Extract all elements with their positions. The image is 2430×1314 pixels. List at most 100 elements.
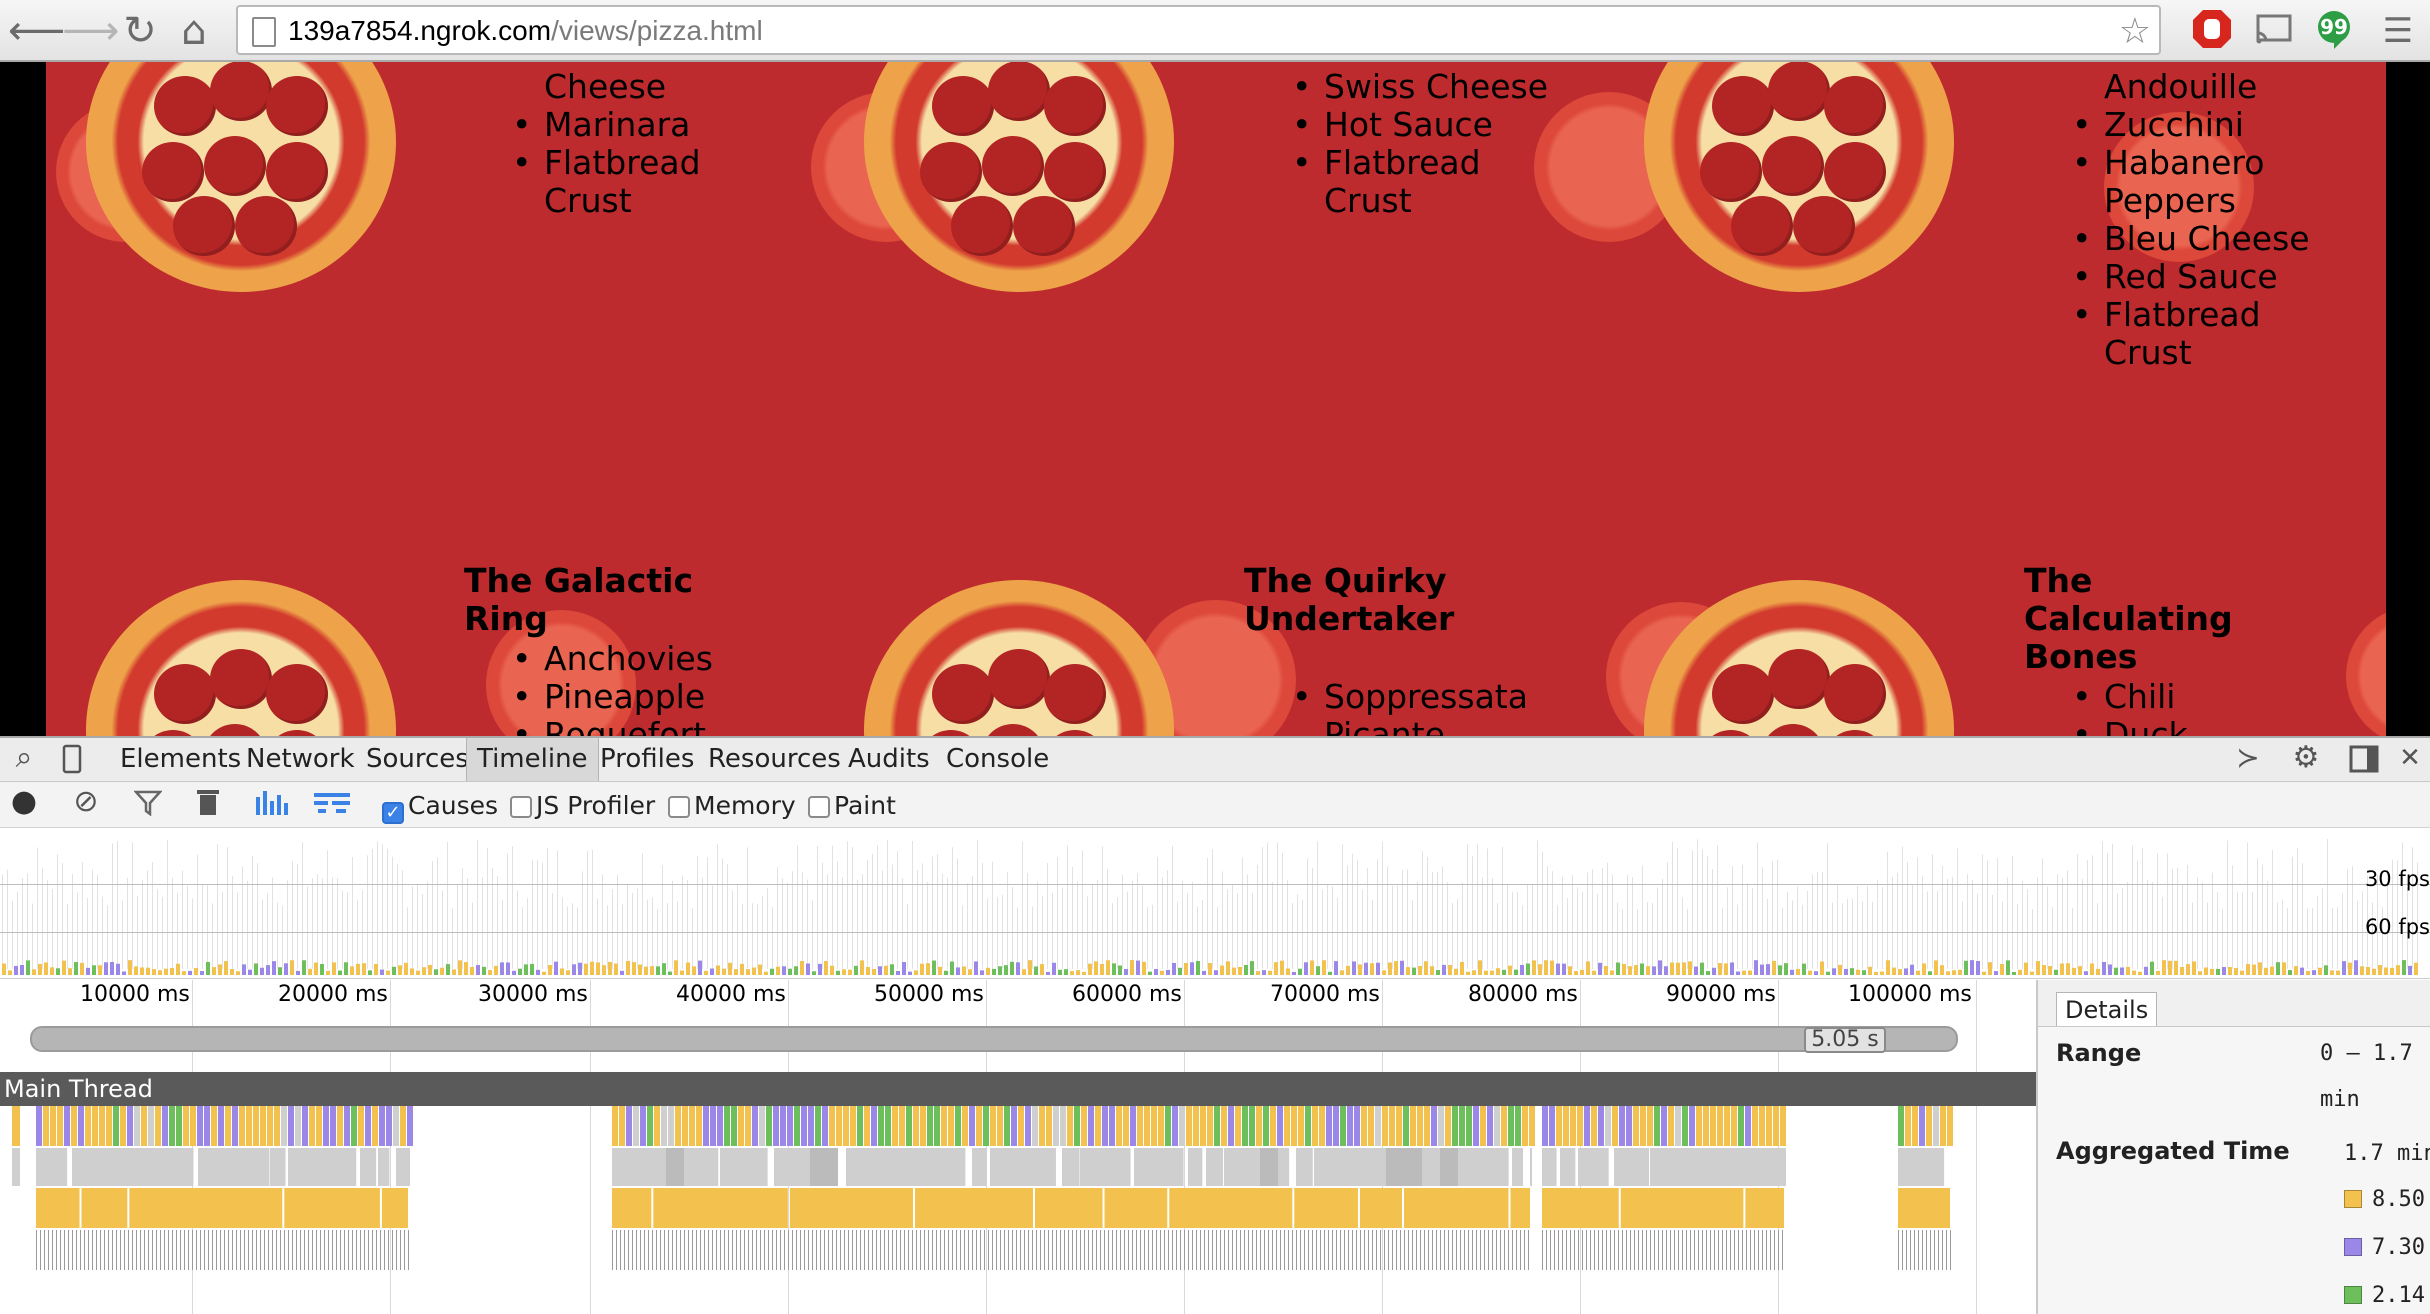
bookmark-star-icon[interactable]: ☆	[2119, 11, 2151, 52]
tab-timeline[interactable]: Timeline	[466, 738, 599, 781]
device-mode-icon[interactable]	[52, 738, 92, 780]
frame-bar	[1687, 908, 1688, 969]
frame-bar	[22, 877, 23, 969]
frame-bar	[1312, 867, 1313, 969]
activity-bar	[1400, 960, 1404, 975]
flame-block	[54, 1148, 68, 1186]
flame-tick	[408, 1230, 409, 1270]
flame-block	[1053, 1106, 1059, 1146]
frame-bar	[782, 878, 783, 969]
frame-bar	[717, 843, 718, 969]
flame-tick	[204, 1230, 205, 1270]
activity-bar	[1886, 960, 1890, 975]
flame-chart-icon[interactable]	[312, 782, 352, 824]
flame-block	[288, 1106, 294, 1146]
flame-block	[720, 1148, 740, 1186]
activity-bar	[1436, 969, 1440, 975]
frame-bar	[2237, 891, 2238, 969]
frame-bar	[972, 876, 973, 969]
frames-view-icon[interactable]	[252, 782, 292, 824]
close-icon[interactable]: ✕	[2390, 738, 2430, 780]
tab-network[interactable]: Network	[236, 738, 365, 781]
reload-icon[interactable]: ↻	[118, 9, 162, 53]
flame-block	[829, 1106, 835, 1146]
activity-bar	[1328, 971, 1332, 975]
activity-bar	[92, 965, 96, 975]
tab-resources[interactable]: Resources	[698, 738, 851, 781]
frame-bar	[1447, 882, 1448, 969]
tab-profiles[interactable]: Profiles	[590, 738, 704, 781]
activity-bar	[1808, 970, 1812, 975]
activity-bar	[2336, 970, 2340, 975]
paint-checkbox[interactable]: Paint	[808, 793, 896, 818]
activity-bar	[152, 969, 156, 975]
flame-block	[1172, 1106, 1178, 1146]
timeline-overview[interactable]: 30 fps 60 fps	[0, 829, 2430, 979]
tab-elements[interactable]: Elements	[110, 738, 251, 781]
ingredient: Red Sauce	[2068, 258, 2338, 297]
causes-checkbox[interactable]: ✓ Causes	[382, 793, 498, 824]
forward-arrow-icon[interactable]: ⟶	[62, 9, 119, 53]
activity-bar	[1940, 965, 1944, 975]
frame-bar	[1172, 845, 1173, 969]
ingredient-list: Cheese Marinara Flatbread Crust	[508, 68, 778, 220]
flame-tick	[620, 1230, 621, 1270]
url-text[interactable]: 139a7854.ngrok.com/views/pizza.html	[288, 15, 763, 47]
flame-block	[1654, 1106, 1660, 1146]
activity-bar	[2330, 970, 2334, 975]
adblock-extension-icon[interactable]	[2190, 7, 2234, 51]
tab-audits[interactable]: Audits	[838, 738, 940, 781]
flame-tick	[1898, 1230, 1899, 1270]
frame-bar	[622, 904, 623, 969]
flame-tick	[1120, 1230, 1121, 1270]
main-thread-header[interactable]: Main Thread	[0, 1072, 2036, 1106]
cast-icon[interactable]	[2252, 7, 2296, 51]
memory-checkbox[interactable]: Memory	[668, 793, 796, 818]
tab-details[interactable]: Details	[2056, 992, 2158, 1026]
frame-bar	[1567, 898, 1568, 969]
activity-bar	[992, 968, 996, 975]
filter-icon[interactable]	[128, 782, 168, 824]
flame-tick	[1356, 1230, 1357, 1270]
frame-bar	[1267, 842, 1268, 969]
flame-block	[1375, 1106, 1381, 1146]
record-icon[interactable]: ●	[4, 782, 44, 824]
console-drawer-icon[interactable]: ≻	[2228, 738, 2268, 780]
flame-block	[1214, 1106, 1220, 1146]
flame-tick	[688, 1230, 689, 1270]
flame-tick	[944, 1230, 945, 1270]
hangouts-extension-icon[interactable]: 99	[2312, 7, 2356, 51]
gear-icon[interactable]: ⚙	[2286, 738, 2326, 780]
dock-side-icon[interactable]	[2344, 738, 2384, 780]
clear-icon[interactable]: ⊘	[66, 782, 106, 824]
tab-console[interactable]: Console	[936, 738, 1059, 781]
main-thread-flame-chart[interactable]	[0, 1106, 2036, 1314]
flame-block	[1277, 1106, 1283, 1146]
flame-tick	[1028, 1230, 1029, 1270]
inspect-search-icon[interactable]: ⌕	[4, 738, 44, 780]
frame-bar	[177, 892, 178, 969]
js-profiler-checkbox[interactable]: JS Profiler	[510, 793, 655, 818]
frame-bar	[1882, 887, 1883, 969]
frame-bar	[97, 874, 98, 969]
back-arrow-icon[interactable]: ⟵	[8, 9, 65, 53]
frame-bar	[492, 867, 493, 969]
activity-bar	[1928, 971, 1932, 975]
home-icon[interactable]: ⌂	[172, 9, 216, 53]
frame-bar	[847, 841, 848, 969]
flame-tick	[880, 1230, 881, 1270]
address-bar[interactable]: 139a7854.ngrok.com/views/pizza.html ☆	[236, 5, 2161, 55]
frame-bar	[2172, 868, 2173, 969]
trash-icon[interactable]	[188, 782, 228, 824]
frame-bar	[52, 889, 53, 969]
tab-sources[interactable]: Sources	[356, 738, 479, 781]
flame-tick	[60, 1230, 61, 1270]
page-scrollbar[interactable]	[2386, 62, 2430, 736]
menu-icon[interactable]: ☰	[2376, 9, 2420, 53]
frame-bar	[2322, 888, 2323, 969]
flame-tick	[1464, 1230, 1465, 1270]
flame-block	[653, 1188, 788, 1228]
activity-bar	[578, 962, 582, 975]
flame-tick	[1124, 1230, 1125, 1270]
frames-range-bar[interactable]	[30, 1026, 1958, 1052]
